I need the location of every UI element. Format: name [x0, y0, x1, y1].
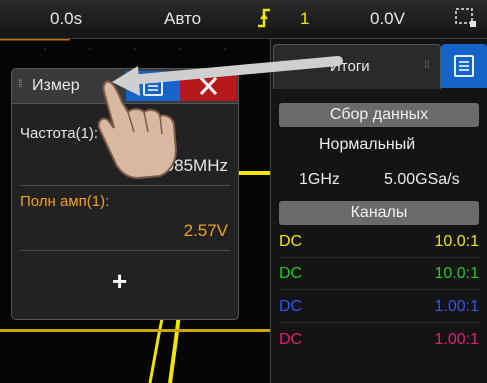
channels-header: Каналы	[279, 201, 479, 225]
drag-grip-icon[interactable]: ⁞⁞	[424, 60, 430, 71]
divider	[20, 250, 230, 251]
channel-row: DC 1.00:1	[279, 296, 479, 320]
menu-icon	[143, 76, 163, 96]
channel-row: DC 1.00:1	[279, 329, 479, 353]
menu-icon	[454, 55, 474, 77]
summary-panel: ⁞⁞ Итоги ⁞⁞ Сбор данных Нормальный 1GHz …	[270, 39, 487, 383]
channel-probe-ratio: 1.00:1	[434, 331, 479, 348]
acquisition-header: Сбор данных	[279, 103, 479, 127]
time-offset[interactable]: 0.0s	[50, 9, 82, 29]
summary-menu-button[interactable]	[441, 44, 487, 88]
tab-summary-label: Итоги	[330, 58, 370, 75]
divider	[279, 257, 479, 258]
measurement-panel[interactable]: ⁞⁞ Измер Частота(1): 4.985MHz Полн амп(1	[11, 68, 239, 320]
channel-probe-ratio: 1.00:1	[434, 298, 479, 315]
peak-to-peak-value: 2.57V	[183, 221, 228, 240]
channel-coupling: DC	[279, 265, 303, 282]
divider	[279, 289, 479, 290]
measurement-panel-title: Измер	[32, 77, 80, 94]
frequency-value: 4.985MHz	[150, 156, 228, 175]
bandwidth: 1GHz	[299, 171, 340, 188]
channel-row: DC 10.0:1	[279, 263, 479, 287]
measurement-menu-button[interactable]	[125, 71, 180, 101]
channel-probe-ratio: 10.0:1	[434, 233, 479, 250]
trigger-edge-icon	[258, 8, 270, 28]
close-button[interactable]	[180, 71, 237, 101]
channel-row: DC 10.0:1	[279, 231, 479, 255]
channel-coupling: DC	[279, 331, 303, 348]
trigger-level[interactable]: 0.0V	[370, 9, 405, 29]
drag-grip-icon[interactable]: ⁞⁞	[280, 60, 286, 71]
frequency-label: Частота(1):	[20, 125, 99, 142]
channel-coupling: DC	[279, 233, 303, 250]
close-icon	[199, 76, 218, 96]
sample-rate: 5.00GSa/s	[384, 171, 460, 188]
trigger-source[interactable]: 1	[300, 9, 309, 29]
oscilloscope-screen: 0.0s Авто 1 0.0V ⁞⁞ Измер Частота(1): 4.…	[0, 0, 487, 383]
add-measurement-button[interactable]: +	[112, 266, 127, 297]
run-stop-icon[interactable]	[455, 8, 477, 28]
channel-probe-ratio: 10.0:1	[434, 265, 479, 282]
trigger-mode[interactable]: Авто	[164, 9, 201, 29]
measurement-panel-header[interactable]: ⁞⁞ Измер	[12, 69, 238, 104]
drag-grip-icon[interactable]: ⁞⁞	[18, 79, 22, 90]
tab-summary[interactable]: ⁞⁞ Итоги ⁞⁞	[273, 44, 441, 89]
divider	[20, 185, 230, 186]
acquisition-mode: Нормальный	[319, 136, 416, 153]
top-status-bar: 0.0s Авто 1 0.0V	[0, 0, 487, 39]
peak-to-peak-label: Полн амп(1):	[20, 193, 110, 210]
channel-coupling: DC	[279, 298, 303, 315]
divider	[279, 322, 479, 323]
